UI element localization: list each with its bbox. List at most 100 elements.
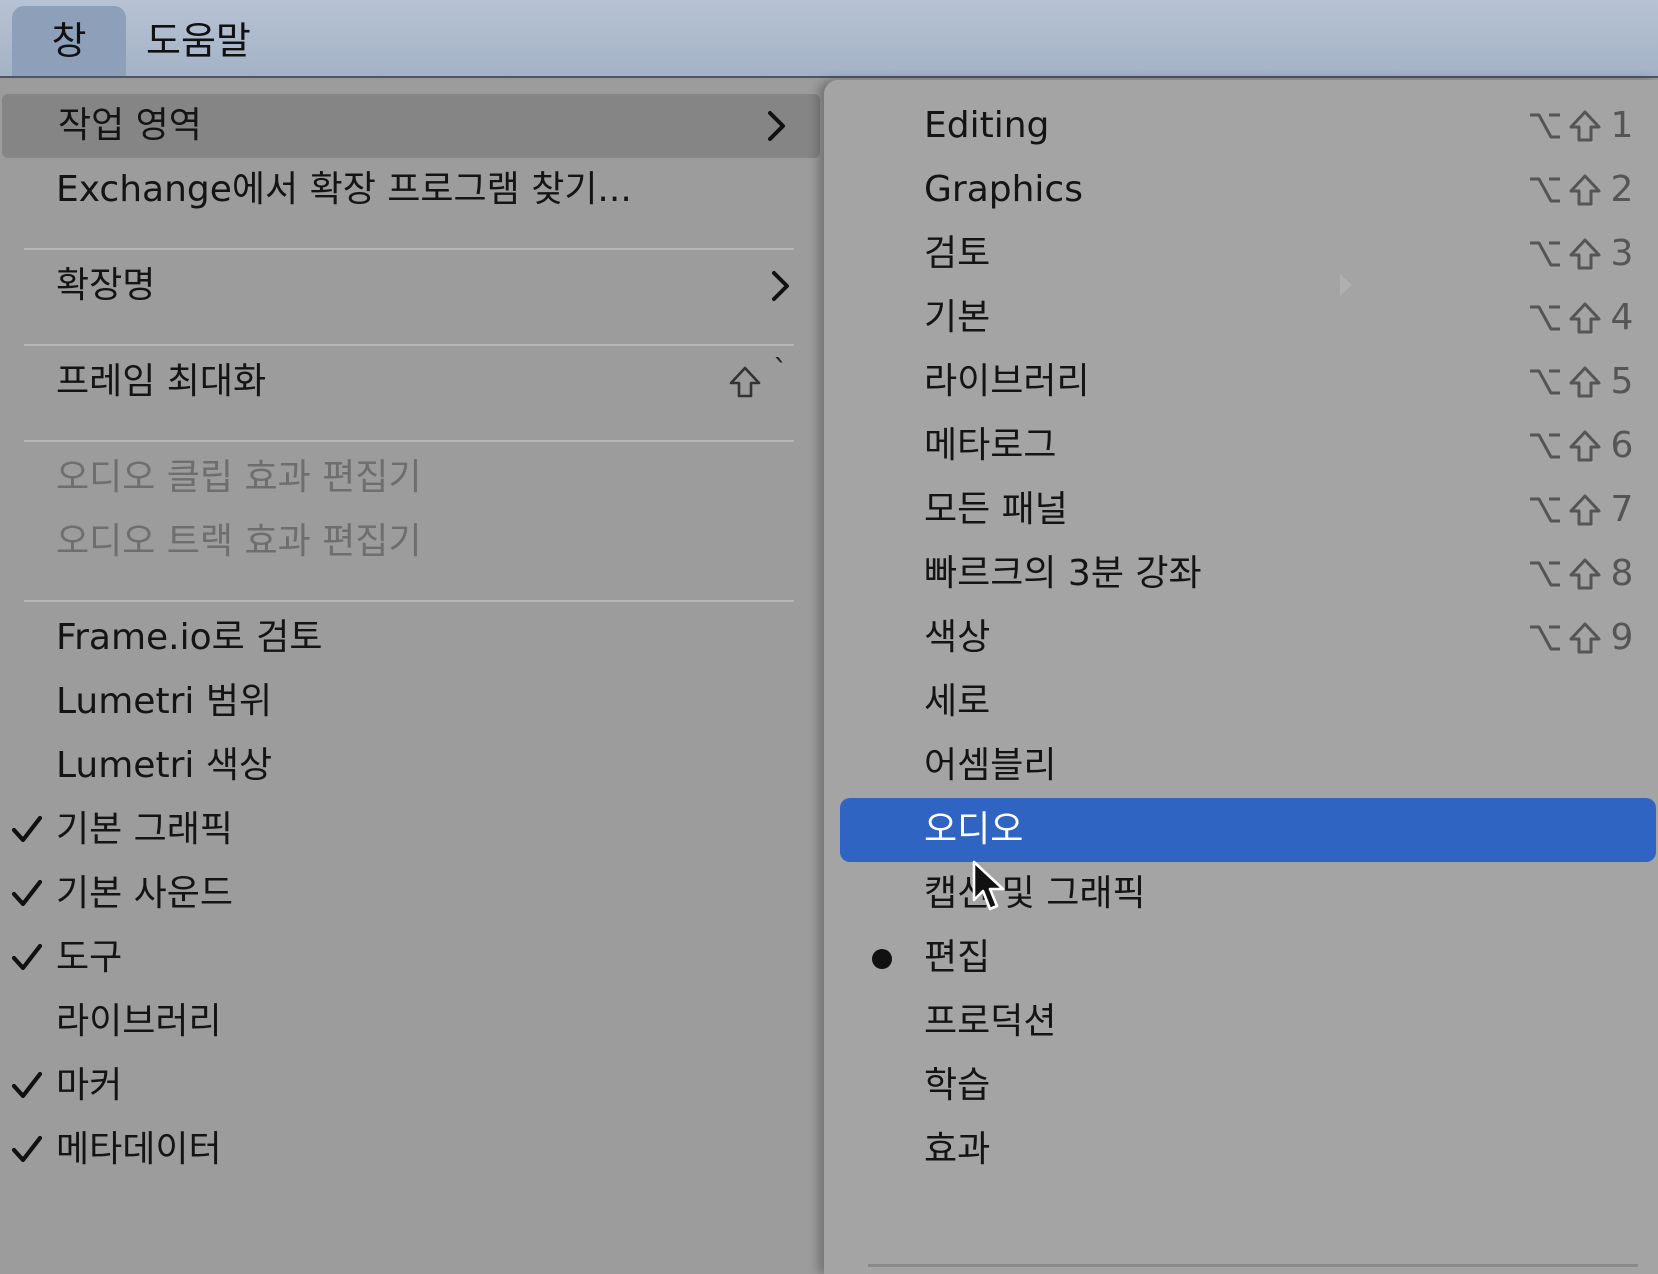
workspace-item[interactable]: Editing 1 <box>840 94 1656 158</box>
keyboard-shortcut: 7 <box>1528 488 1636 532</box>
menu-item-libraries[interactable]: 라이브러리 <box>0 990 824 1054</box>
workspace-item-label: 검토 <box>924 233 991 274</box>
menu-separator <box>868 1264 1638 1267</box>
workspace-item-label: 캡션 및 그래픽 <box>924 873 1146 914</box>
shift-key-icon <box>1569 238 1601 270</box>
keyboard-shortcut: 3 <box>1528 232 1636 276</box>
shortcut-number: 2 <box>1610 169 1634 210</box>
option-key-icon <box>1530 433 1560 459</box>
workspace-item[interactable]: 프로덕션 <box>840 990 1656 1054</box>
menu-item-extensions[interactable]: 확장명 <box>0 254 824 318</box>
workspace-item[interactable]: 세로 <box>840 670 1656 734</box>
menu-item-label: 기본 그래픽 <box>56 809 234 850</box>
menu-item-essential-graphics[interactable]: 기본 그래픽 <box>0 798 824 862</box>
option-key-icon <box>1530 177 1560 203</box>
mouse-cursor-icon <box>972 860 1005 911</box>
submenu-scroll-arrow-icon <box>1340 274 1352 296</box>
menu-item-label: 확장명 <box>56 265 156 306</box>
keyboard-shortcut: 8 <box>1528 552 1636 596</box>
chevron-right-icon <box>772 271 789 301</box>
checkmark-icon <box>11 943 43 971</box>
option-key-icon <box>1530 625 1560 651</box>
workspace-item[interactable]: 어셈블리 <box>840 734 1656 798</box>
shift-key-icon <box>1569 366 1601 398</box>
menu-item-maximize-frame[interactable]: 프레임 최대화 ` <box>0 350 824 414</box>
menu-item-label: 프레임 최대화 <box>56 361 267 402</box>
menu-item-label: Lumetri 색상 <box>56 745 273 786</box>
workspace-item-label: 어셈블리 <box>924 745 1057 786</box>
shift-key-icon <box>1569 622 1601 654</box>
option-key-icon <box>1530 561 1560 587</box>
workspace-item[interactable]: 기본 4 <box>840 286 1656 350</box>
menu-item-workspaces[interactable]: 작업 영역 <box>2 94 820 158</box>
shortcut-number: 5 <box>1610 361 1634 402</box>
menu-bar: 창 도움말 <box>0 0 1658 78</box>
workspace-item-label: 빠르크의 3분 강좌 <box>924 553 1202 594</box>
menu-item-frameio-review[interactable]: Frame.io로 검토 <box>0 606 824 670</box>
menu-window[interactable]: 창 <box>12 6 126 76</box>
checkmark-icon <box>11 815 43 843</box>
workspace-item-label: 모든 패널 <box>924 489 1068 530</box>
workspace-item-label: 기본 <box>924 297 991 338</box>
workspace-item[interactable]: 빠르크의 3분 강좌 8 <box>840 542 1656 606</box>
option-key-icon <box>1530 497 1560 523</box>
menu-item-lumetri-scopes[interactable]: Lumetri 범위 <box>0 670 824 734</box>
workspace-item-label: 편집 <box>924 937 991 978</box>
menu-item-label: 라이브러리 <box>56 1001 222 1042</box>
workspace-item[interactable]: 편집 <box>840 926 1656 990</box>
shortcut-number: 7 <box>1610 489 1634 530</box>
keyboard-shortcut: 6 <box>1528 424 1636 468</box>
menu-item-metadata[interactable]: 메타데이터 <box>0 1118 824 1182</box>
workspace-item[interactable]: 학습 <box>840 1054 1656 1118</box>
keyboard-shortcut: 4 <box>1528 296 1636 340</box>
menu-item-markers[interactable]: 마커 <box>0 1054 824 1118</box>
workspace-item[interactable]: 메타로그 6 <box>840 414 1656 478</box>
window-menu: 작업 영역 Exchange에서 확장 프로그램 찾기... 확장명 프레임 최… <box>0 80 824 1274</box>
shift-key-icon <box>1569 558 1601 590</box>
menu-item-find-extensions[interactable]: Exchange에서 확장 프로그램 찾기... <box>0 158 824 222</box>
menu-help[interactable]: 도움말 <box>146 6 296 76</box>
workspace-item-label: Graphics <box>924 169 1083 210</box>
workspace-item-label: 메타로그 <box>924 425 1057 466</box>
workspace-item[interactable]: 효과 <box>840 1118 1656 1182</box>
menu-item-label: 마커 <box>56 1065 123 1106</box>
workspace-item-label: 라이브러리 <box>924 361 1090 402</box>
option-key-icon <box>1530 369 1560 395</box>
shift-key-icon <box>729 366 761 398</box>
workspace-item[interactable]: 모든 패널 7 <box>840 478 1656 542</box>
workspace-item-label: 오디오 <box>924 809 1024 850</box>
menu-item-label: Frame.io로 검토 <box>56 617 323 658</box>
workspace-item-label: 프로덕션 <box>924 1001 1057 1042</box>
shift-key-icon <box>1569 302 1601 334</box>
shift-key-icon <box>1569 430 1601 462</box>
workspace-item[interactable]: 색상 9 <box>840 606 1656 670</box>
workspace-item[interactable]: Graphics 2 <box>840 158 1656 222</box>
menu-item-label: Lumetri 범위 <box>56 681 273 722</box>
workspace-item-label: 색상 <box>924 617 991 658</box>
menu-item-lumetri-color[interactable]: Lumetri 색상 <box>0 734 824 798</box>
menu-separator <box>24 440 794 442</box>
menu-item-tools[interactable]: 도구 <box>0 926 824 990</box>
option-key-icon <box>1530 241 1560 267</box>
workspace-item-label: 효과 <box>924 1129 991 1170</box>
workspace-item-label: 학습 <box>924 1065 991 1106</box>
menu-item-label: 작업 영역 <box>58 105 202 146</box>
workspace-item[interactable]: 검토 3 <box>840 222 1656 286</box>
menu-separator <box>24 344 794 346</box>
workspace-item[interactable]: 캡션 및 그래픽 <box>840 862 1656 926</box>
menu-item-essential-sound[interactable]: 기본 사운드 <box>0 862 824 926</box>
workspaces-submenu: Editing 1 Graphics 2 검토 3 기본 4 라이브러리 5 메타로그 6 모든 패널 7… <box>824 80 1658 1274</box>
workspace-item[interactable]: 오디오 <box>840 798 1656 862</box>
keyboard-shortcut: 9 <box>1528 616 1636 660</box>
checkmark-icon <box>11 1071 43 1099</box>
menu-item-audio-clip-effect-editor: 오디오 클립 효과 편집기 <box>0 446 824 510</box>
menu-item-label: 메타데이터 <box>56 1129 222 1170</box>
workspace-item[interactable]: 라이브러리 5 <box>840 350 1656 414</box>
workspace-item-label: 세로 <box>924 681 991 722</box>
keyboard-shortcut: 2 <box>1528 168 1636 212</box>
checkmark-icon <box>11 1135 43 1163</box>
menu-separator <box>24 600 794 602</box>
shortcut-number: 6 <box>1610 425 1634 466</box>
shift-key-icon <box>1569 174 1601 206</box>
bullet-dot-icon <box>872 949 892 969</box>
